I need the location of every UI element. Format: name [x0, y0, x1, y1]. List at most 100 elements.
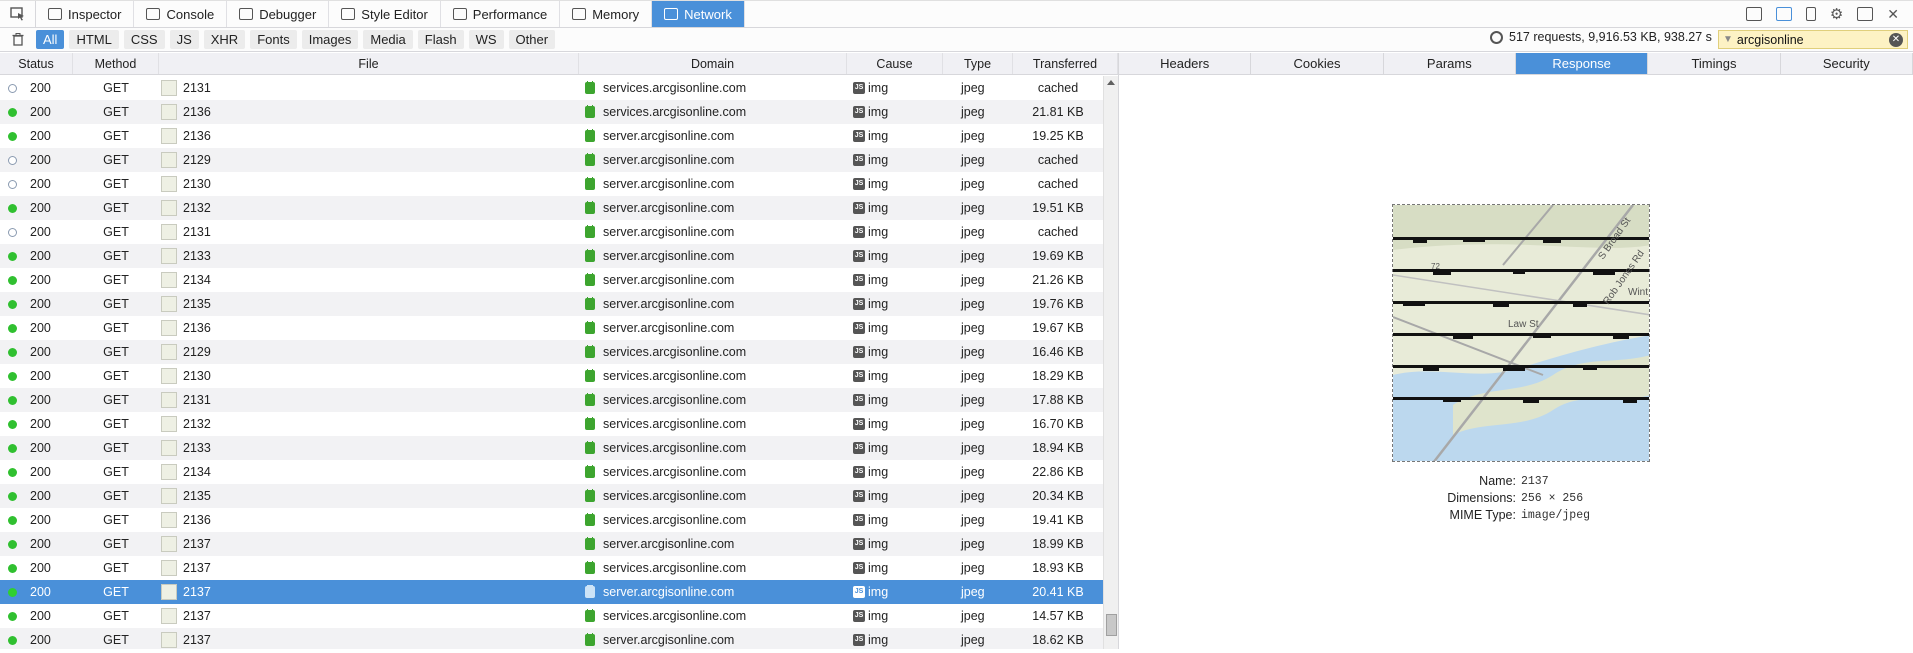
table-row[interactable]: 200 GET 2132 services.arcgisonline.com JS img…: [0, 412, 1103, 436]
table-row[interactable]: 200 GET 2137 server.arcgisonline.com JS img jp…: [0, 532, 1103, 556]
details-tab-timings[interactable]: Timings: [1648, 53, 1781, 74]
dock-side-icon[interactable]: [1805, 7, 1816, 21]
clear-filter-icon[interactable]: ✕: [1889, 33, 1903, 47]
js-badge-icon[interactable]: JS: [853, 490, 865, 502]
js-badge-icon[interactable]: JS: [853, 370, 865, 382]
table-row[interactable]: 200 GET 2130 server.arcgisonline.com JS img jp…: [0, 172, 1103, 196]
js-badge-icon[interactable]: JS: [853, 634, 865, 646]
table-row[interactable]: 200 GET 2134 server.arcgisonline.com JS img jp…: [0, 268, 1103, 292]
table-row[interactable]: 200 GET 2137 services.arcgisonline.com JS img…: [0, 604, 1103, 628]
js-badge-icon[interactable]: JS: [853, 562, 865, 574]
table-row[interactable]: 200 GET 2135 services.arcgisonline.com JS img…: [0, 484, 1103, 508]
url-filter-box[interactable]: ▼ ✕: [1718, 30, 1908, 49]
details-tab-headers[interactable]: Headers: [1119, 53, 1252, 74]
undock-icon[interactable]: [1857, 7, 1874, 21]
filter-all-button[interactable]: All: [36, 30, 65, 49]
details-tab-cookies[interactable]: Cookies: [1251, 53, 1384, 74]
filter-fonts-button[interactable]: Fonts: [250, 30, 297, 49]
scroll-up-icon[interactable]: [1107, 80, 1115, 85]
js-badge-icon[interactable]: JS: [853, 82, 865, 94]
js-badge-icon[interactable]: JS: [853, 298, 865, 310]
js-badge-icon[interactable]: JS: [853, 154, 865, 166]
filter-ws-button[interactable]: WS: [468, 30, 504, 49]
js-badge-icon[interactable]: JS: [853, 538, 865, 550]
details-tab-params[interactable]: Params: [1384, 53, 1516, 74]
table-row[interactable]: 200 GET 2137 services.arcgisonline.com JS img…: [0, 556, 1103, 580]
lock-icon: [585, 105, 595, 118]
js-badge-icon[interactable]: JS: [853, 514, 865, 526]
details-tab-response[interactable]: Response: [1515, 53, 1649, 74]
table-row[interactable]: 200 GET 2136 services.arcgisonline.com JS img…: [0, 508, 1103, 532]
settings-gear-icon[interactable]: ⚙: [1830, 5, 1843, 23]
filter-html-button[interactable]: HTML: [69, 30, 119, 49]
column-domain[interactable]: Domain: [579, 53, 847, 74]
filter-js-button[interactable]: JS: [169, 30, 199, 49]
table-row[interactable]: 200 GET 2137 server.arcgisonline.com JS img jp…: [0, 628, 1103, 649]
column-transferred[interactable]: Transferred: [1013, 53, 1118, 74]
tab-console[interactable]: Console: [134, 1, 228, 27]
tab-inspector[interactable]: Inspector: [36, 1, 135, 27]
clear-requests-button[interactable]: [0, 33, 36, 46]
split-console-icon[interactable]: [1745, 7, 1762, 21]
table-row[interactable]: 200 GET 2133 server.arcgisonline.com JS img jp…: [0, 244, 1103, 268]
column-type[interactable]: Type: [943, 53, 1013, 74]
url-filter-input[interactable]: [1736, 32, 1877, 47]
table-row[interactable]: 200 GET 2136 server.arcgisonline.com JS img jp…: [0, 316, 1103, 340]
table-row[interactable]: 200 GET 2132 server.arcgisonline.com JS img jp…: [0, 196, 1103, 220]
js-badge-icon[interactable]: JS: [853, 394, 865, 406]
js-badge-icon[interactable]: JS: [853, 274, 865, 286]
table-row[interactable]: 200 GET 2134 services.arcgisonline.com JS img…: [0, 460, 1103, 484]
element-picker-button[interactable]: [0, 1, 36, 27]
table-row[interactable]: 200 GET 2130 services.arcgisonline.com JS img…: [0, 364, 1103, 388]
js-badge-icon[interactable]: JS: [853, 442, 865, 454]
transferred-cell: 14.57 KB: [1032, 609, 1084, 623]
table-row[interactable]: 200 GET 2129 server.arcgisonline.com JS img jp…: [0, 148, 1103, 172]
filter-other-button[interactable]: Other: [508, 30, 556, 49]
table-row[interactable]: 200 GET 2136 server.arcgisonline.com JS img jp…: [0, 124, 1103, 148]
js-badge-icon[interactable]: JS: [853, 250, 865, 262]
tab-debugger[interactable]: Debugger: [227, 1, 330, 27]
file-name: 2131: [183, 393, 211, 407]
js-badge-icon[interactable]: JS: [853, 322, 865, 334]
filter-media-button[interactable]: Media: [363, 30, 413, 49]
column-file[interactable]: File: [159, 53, 579, 74]
table-row[interactable]: 200 GET 2135 server.arcgisonline.com JS img jp…: [0, 292, 1103, 316]
performance-analysis-icon[interactable]: [1490, 30, 1503, 44]
js-badge-icon[interactable]: JS: [853, 178, 865, 190]
tab-memory[interactable]: Memory: [560, 1, 653, 27]
tab-style-editor[interactable]: Style Editor: [329, 1, 441, 27]
js-badge-icon[interactable]: JS: [853, 202, 865, 214]
js-badge-icon[interactable]: JS: [853, 586, 865, 598]
js-badge-icon[interactable]: JS: [853, 346, 865, 358]
tab-network[interactable]: Network: [652, 1, 745, 27]
table-row[interactable]: 200 GET 2131 services.arcgisonline.com JS img…: [0, 388, 1103, 412]
requests-scrollbar[interactable]: [1103, 76, 1118, 649]
filter-images-button[interactable]: Images: [301, 30, 359, 49]
column-status[interactable]: Status: [0, 53, 73, 74]
table-row[interactable]: 200 GET 2129 services.arcgisonline.com JS img…: [0, 340, 1103, 364]
type-cell: jpeg: [961, 201, 985, 215]
js-badge-icon[interactable]: JS: [853, 610, 865, 622]
table-row[interactable]: 200 GET 2131 server.arcgisonline.com JS img jp…: [0, 220, 1103, 244]
column-method[interactable]: Method: [73, 53, 159, 74]
status-code: 200: [30, 345, 51, 359]
filter-flash-button[interactable]: Flash: [417, 30, 464, 49]
column-cause[interactable]: Cause: [847, 53, 943, 74]
js-badge-icon[interactable]: JS: [853, 466, 865, 478]
table-row[interactable]: 200 GET 2137 server.arcgisonline.com JS img jp…: [0, 580, 1103, 604]
table-row[interactable]: 200 GET 2131 services.arcgisonline.com JS img…: [0, 76, 1103, 100]
filter-css-button[interactable]: CSS: [123, 30, 165, 49]
js-badge-icon[interactable]: JS: [853, 418, 865, 430]
filter-xhr-button[interactable]: XHR: [203, 30, 246, 49]
table-row[interactable]: 200 GET 2136 services.arcgisonline.com JS img…: [0, 100, 1103, 124]
tab-performance[interactable]: Performance: [441, 1, 561, 27]
details-tab-security[interactable]: Security: [1781, 53, 1913, 74]
js-badge-icon[interactable]: JS: [853, 130, 865, 142]
js-badge-icon[interactable]: JS: [853, 226, 865, 238]
scrollbar-thumb[interactable]: [1106, 614, 1117, 636]
table-row[interactable]: 200 GET 2133 services.arcgisonline.com JS img…: [0, 436, 1103, 460]
js-badge-icon[interactable]: JS: [853, 106, 865, 118]
close-devtools-icon[interactable]: ✕: [1887, 6, 1899, 23]
responsive-design-icon[interactable]: [1775, 7, 1792, 21]
panel-splitter[interactable]: [1118, 53, 1119, 649]
